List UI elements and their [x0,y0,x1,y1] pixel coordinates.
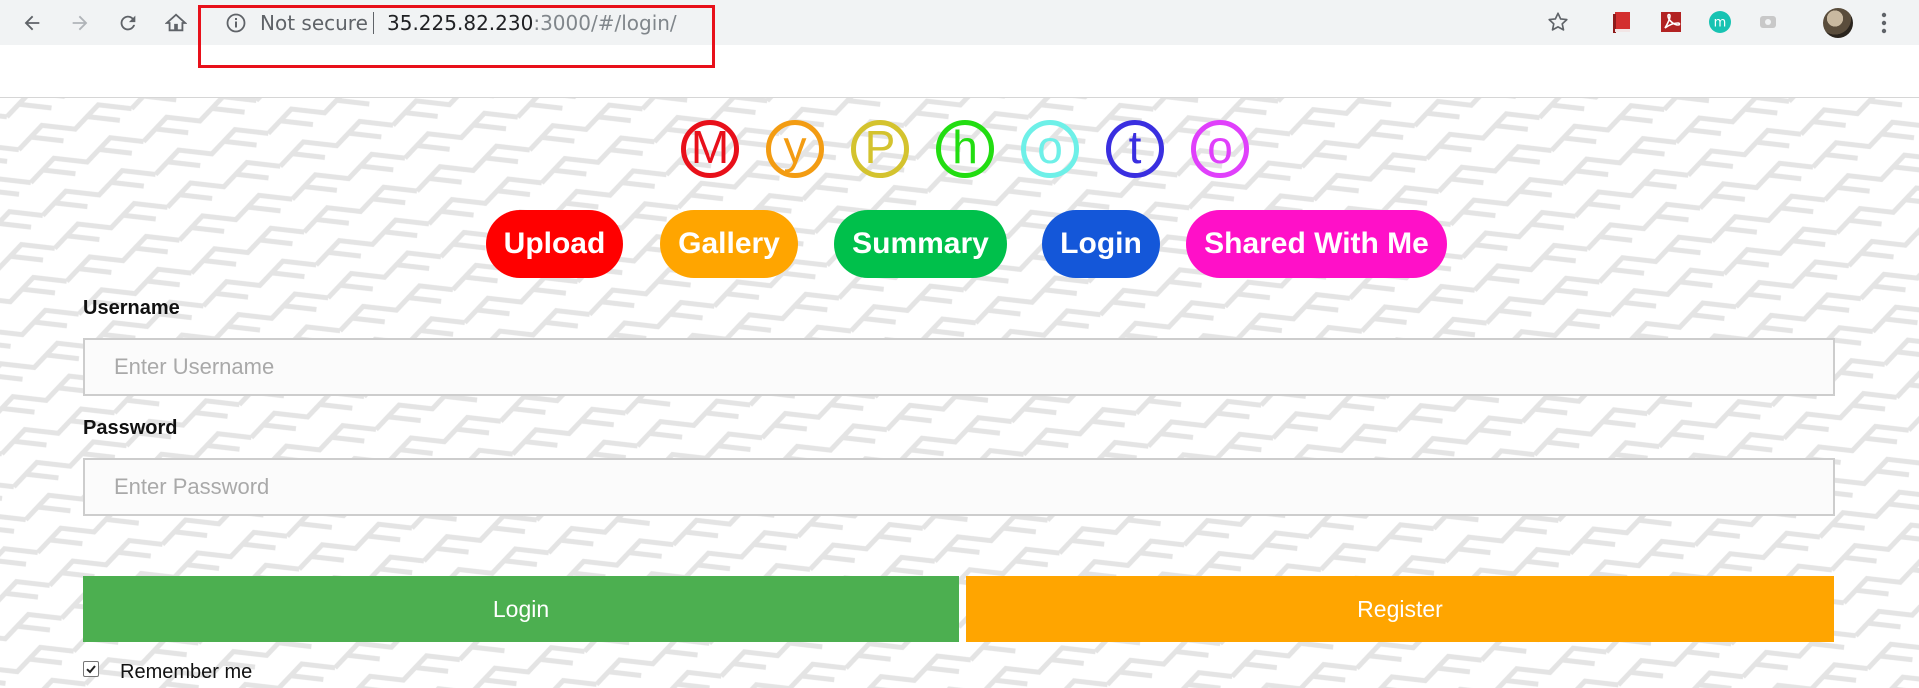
logo-letter-o: o [1021,120,1079,178]
username-input[interactable] [83,338,1835,396]
logo-letter-o-2: o [1191,120,1249,178]
logo-letter-h: h [936,120,994,178]
logo-letter-text: M [690,121,730,173]
logo-letter-text: t [1128,121,1142,173]
myphoto-logo: M y P h o t o [681,120,1249,178]
logo-letter-text: y [783,121,807,173]
kebab-menu-icon[interactable] [1880,12,1888,39]
login-submit-button[interactable]: Login [83,576,959,642]
remember-me-checkbox[interactable] [83,661,99,677]
remember-me-label[interactable]: Remember me [120,661,252,684]
logo-letter-text: h [952,121,978,173]
page-content: M y P h o t o Upload Gallery Summary Log… [0,97,1919,688]
upload-nav-button[interactable]: Upload [486,210,623,278]
m-extension-icon[interactable]: m [1708,10,1732,34]
logo-letter-m: M [681,120,739,178]
reload-icon[interactable] [113,8,143,38]
password-label: Password [83,417,178,439]
pdf-extension-icon[interactable] [1659,10,1683,34]
forward-arrow-icon[interactable] [65,8,95,38]
shared-with-me-nav-button[interactable]: Shared With Me [1186,210,1447,278]
username-label: Username [83,297,180,319]
logo-letter-text: o [1037,121,1063,173]
login-nav-button[interactable]: Login [1042,210,1160,278]
logo-letter-t: t [1106,120,1164,178]
home-icon[interactable] [161,8,191,38]
logo-letter-y: y [766,120,824,178]
book-extension-icon[interactable] [1610,10,1634,34]
gallery-nav-button[interactable]: Gallery [660,210,798,278]
register-button[interactable]: Register [966,576,1834,642]
summary-nav-button[interactable]: Summary [834,210,1007,278]
m-extension-letter: m [1714,16,1727,31]
password-input[interactable] [83,458,1835,516]
logo-letter-text: P [864,121,896,173]
checkmark-icon [86,665,96,674]
grey-extension-icon[interactable] [1756,10,1780,34]
logo-letter-text: o [1207,121,1233,173]
profile-avatar[interactable] [1823,8,1853,38]
bookmark-star-icon[interactable] [1547,11,1569,38]
back-arrow-icon[interactable] [17,8,47,38]
logo-letter-p: P [851,120,909,178]
url-highlight-annotation [198,5,715,68]
